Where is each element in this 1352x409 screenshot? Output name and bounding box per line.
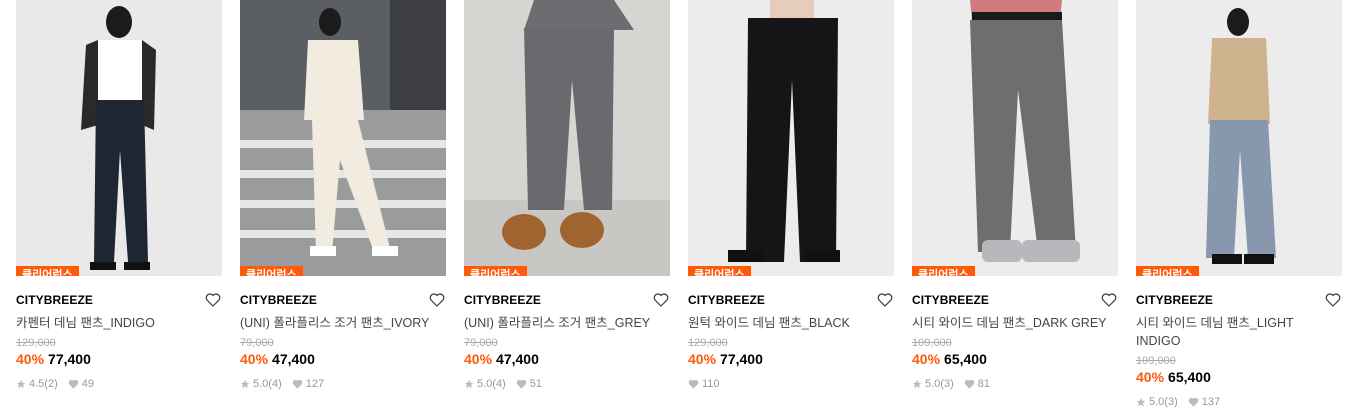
product-name[interactable]: 원턱 와이드 데님 팬츠_BLACK [688,314,888,332]
discount-rate: 40% [464,351,493,367]
discount-rate: 40% [16,351,45,367]
wishlist-heart-icon[interactable] [1100,291,1118,309]
rating-value: 5.0 [925,378,941,390]
wishlist-heart-icon[interactable] [428,291,446,309]
sale-price: 77,400 [720,351,763,367]
sale-price: 77,400 [48,351,91,367]
product-image[interactable]: 클리어런스 [688,0,894,276]
sale-price: 47,400 [496,351,539,367]
product-name[interactable]: 시티 와이드 데님 팬츠_DARK GREY [912,314,1112,332]
heart-icon [292,379,303,389]
product-image[interactable]: 클리어런스 [16,0,222,276]
discount-rate: 40% [688,351,717,367]
product-card[interactable]: 클리어런스 CITYBREEZE 카펜터 데님 팬츠_INDIGO 129,00… [16,0,222,391]
star-icon [1136,397,1146,407]
product-image[interactable]: 클리어런스 [912,0,1118,276]
product-image[interactable]: 클리어런스 [240,0,446,276]
product-grid: 클리어런스 CITYBREEZE 카펜터 데님 팬츠_INDIGO 129,00… [0,0,1352,409]
clearance-badge: 클리어런스 [912,266,975,276]
review-count: (4) [492,378,506,390]
rating-value: 5.0 [1149,396,1165,408]
heart-icon [516,379,527,389]
like-count: 51 [529,378,542,390]
original-price: 79,000 [240,337,274,349]
star-icon [912,379,922,389]
product-card[interactable]: 클리어런스 CITYBREEZE 원턱 와이드 데님 팬츠_BLACK 129,… [688,0,894,391]
review-count: (4) [268,378,282,390]
sale-price: 65,400 [1168,369,1211,385]
star-icon [240,379,250,389]
like-count: 81 [977,378,990,390]
original-price: 79,000 [464,337,498,349]
brand-name[interactable]: CITYBREEZE [464,293,541,307]
like-count: 110 [702,378,720,390]
rating-value: 4.5 [29,378,45,390]
clearance-badge: 클리어런스 [688,266,751,276]
rating-value: 5.0 [253,378,269,390]
original-price: 109,000 [912,337,952,349]
star-icon [16,379,26,389]
original-price: 129,000 [688,337,728,349]
brand-name[interactable]: CITYBREEZE [16,293,93,307]
review-count: (3) [940,378,954,390]
product-card[interactable]: 클리어런스 CITYBREEZE 시티 와이드 데님 팬츠_LIGHT INDI… [1136,0,1342,409]
product-image[interactable]: 클리어런스 [464,0,670,276]
product-name[interactable]: 카펜터 데님 팬츠_INDIGO [16,314,216,332]
brand-name[interactable]: CITYBREEZE [240,293,317,307]
heart-icon [68,379,79,389]
clearance-badge: 클리어런스 [464,266,527,276]
brand-name[interactable]: CITYBREEZE [688,293,765,307]
product-name[interactable]: (UNI) 폴라플리스 조거 팬츠_IVORY [240,314,440,332]
brand-name[interactable]: CITYBREEZE [1136,293,1213,307]
wishlist-heart-icon[interactable] [1324,291,1342,309]
like-count: 127 [305,378,325,390]
product-name[interactable]: (UNI) 폴라플리스 조거 팬츠_GREY [464,314,664,332]
discount-rate: 40% [240,351,269,367]
review-count: (3) [1164,396,1178,408]
discount-rate: 40% [1136,369,1165,385]
brand-name[interactable]: CITYBREEZE [912,293,989,307]
clearance-badge: 클리어런스 [1136,266,1199,276]
wishlist-heart-icon[interactable] [652,291,670,309]
rating-value: 5.0 [477,378,493,390]
like-count: 137 [1201,396,1221,408]
review-count: (2) [44,378,58,390]
sale-price: 65,400 [944,351,987,367]
heart-icon [688,379,699,389]
product-card[interactable]: 클리어런스 CITYBREEZE (UNI) 폴라플리스 조거 팬츠_IVORY… [240,0,446,391]
original-price: 129,000 [16,337,56,349]
wishlist-heart-icon[interactable] [204,291,222,309]
product-card[interactable]: 클리어런스 CITYBREEZE 시티 와이드 데님 팬츠_DARK GREY … [912,0,1118,391]
original-price: 109,000 [1136,355,1176,367]
star-icon [464,379,474,389]
like-count: 49 [81,378,94,390]
heart-icon [964,379,975,389]
heart-icon [1188,397,1199,407]
product-image[interactable]: 클리어런스 [1136,0,1342,276]
clearance-badge: 클리어런스 [16,266,79,276]
product-name[interactable]: 시티 와이드 데님 팬츠_LIGHT INDIGO [1136,314,1296,350]
sale-price: 47,400 [272,351,315,367]
product-card[interactable]: 클리어런스 CITYBREEZE (UNI) 폴라플리스 조거 팬츠_GREY … [464,0,670,391]
clearance-badge: 클리어런스 [240,266,303,276]
wishlist-heart-icon[interactable] [876,291,894,309]
discount-rate: 40% [912,351,941,367]
